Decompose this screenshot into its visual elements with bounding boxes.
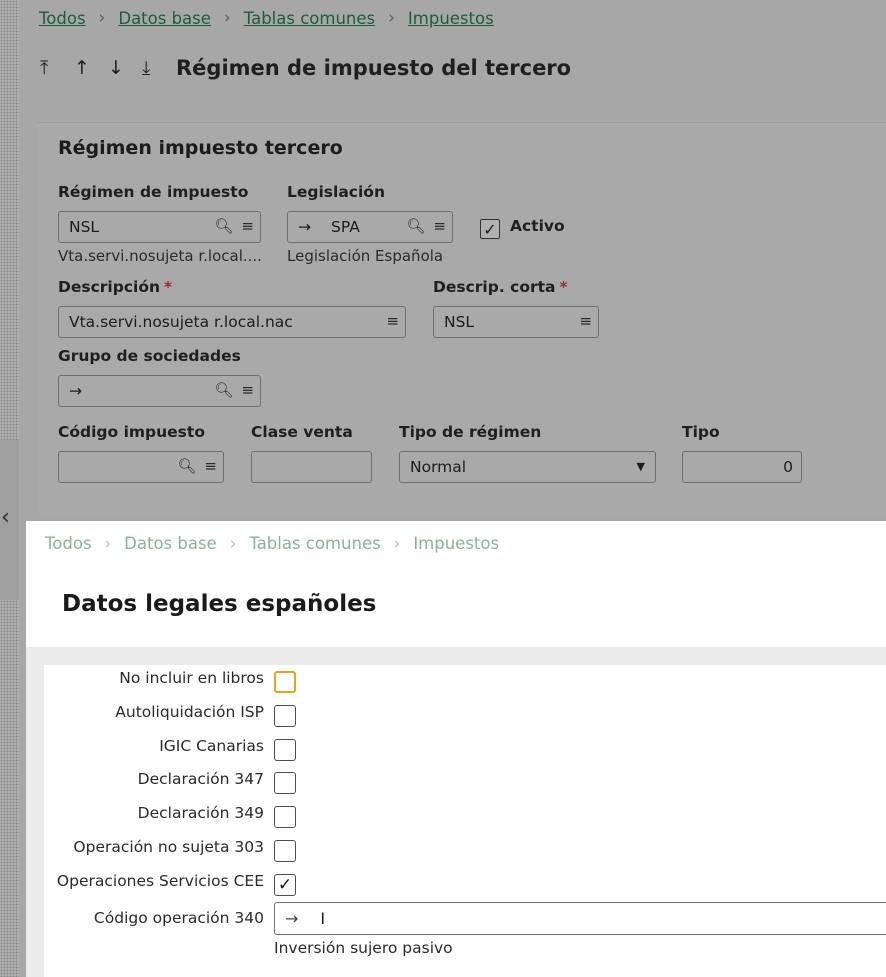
descrip-corta-label: Descrip. corta * bbox=[433, 278, 568, 296]
last-record-icon[interactable]: ⤓ bbox=[142, 57, 176, 79]
regimen-value: NSL bbox=[69, 218, 100, 236]
required-icon: * bbox=[559, 278, 568, 296]
modal-breadcrumb-impuestos[interactable]: Impuestos bbox=[413, 534, 499, 553]
legislacion-label: Legislación bbox=[287, 183, 385, 201]
tipo-regimen-select[interactable]: Normal ▼ bbox=[399, 451, 656, 483]
menu-icon[interactable]: ≡ bbox=[386, 312, 399, 330]
activo-label: Activo bbox=[510, 217, 565, 235]
descripcion-value: Vta.servi.nosujeta r.local.nac bbox=[69, 313, 293, 331]
tipo-input[interactable]: 0 bbox=[682, 451, 802, 483]
tipo-regimen-label: Tipo de régimen bbox=[399, 423, 542, 441]
codigo-340-input[interactable]: → I bbox=[274, 902, 886, 935]
chevron-right-icon: › bbox=[104, 534, 112, 553]
clase-venta-input[interactable] bbox=[251, 451, 372, 483]
activo-checkbox[interactable]: ✓ bbox=[480, 219, 500, 239]
codigo-340-desc: Inversión sujero pasivo bbox=[274, 939, 453, 957]
chevron-right-icon: › bbox=[393, 534, 401, 553]
menu-icon[interactable]: ≡ bbox=[241, 381, 254, 399]
decl-347-checkbox[interactable] bbox=[274, 772, 296, 794]
descripcion-label: Descripción * bbox=[58, 278, 172, 296]
descripcion-input[interactable]: Vta.servi.nosujeta r.local.nac ≡ bbox=[58, 306, 406, 338]
descrip-corta-input[interactable]: NSL ≡ bbox=[433, 306, 599, 338]
breadcrumb-impuestos[interactable]: Impuestos bbox=[408, 9, 494, 28]
regimen-input[interactable]: NSL 🔍︎ ≡ bbox=[58, 211, 261, 243]
igic-checkbox[interactable] bbox=[274, 739, 296, 761]
descripcion-label-text: Descripción bbox=[58, 278, 161, 296]
modal-divider bbox=[26, 647, 886, 665]
record-nav: ⤒ ↑ ↓ ⤓ Régimen de impuesto del tercero bbox=[40, 56, 571, 80]
modal-breadcrumb: Todos › Datos base › Tablas comunes › Im… bbox=[45, 534, 499, 553]
menu-icon[interactable]: ≡ bbox=[241, 217, 254, 235]
modal-left-gutter bbox=[26, 665, 44, 977]
next-record-icon[interactable]: ↓ bbox=[108, 57, 142, 79]
breadcrumb-datos-base[interactable]: Datos base bbox=[118, 9, 211, 28]
row-label-autoliquidacion: Autoliquidación ISP bbox=[115, 703, 264, 721]
regimen-panel: Régimen impuesto tercero Régimen de impu… bbox=[38, 122, 886, 514]
decl-349-checkbox[interactable] bbox=[274, 806, 296, 828]
arrow-right-icon[interactable]: → bbox=[285, 909, 298, 928]
codigo-impuesto-input[interactable]: 🔍︎ ≡ bbox=[58, 451, 224, 483]
chevron-right-icon: › bbox=[223, 8, 231, 28]
chevron-right-icon: › bbox=[98, 8, 106, 28]
clase-venta-label: Clase venta bbox=[251, 423, 353, 441]
modal-breadcrumb-tablas-comunes[interactable]: Tablas comunes bbox=[249, 534, 380, 553]
legislacion-input[interactable]: → SPA 🔍︎ ≡ bbox=[287, 211, 453, 243]
chevron-right-icon: › bbox=[388, 8, 395, 28]
required-icon: * bbox=[164, 278, 173, 296]
row-label-no-sujeta: Operación no sujeta 303 bbox=[73, 838, 264, 856]
menu-icon[interactable]: ≡ bbox=[433, 217, 446, 235]
row-label-decl-347: Declaración 347 bbox=[137, 770, 264, 788]
row-label-igic: IGIC Canarias bbox=[159, 737, 264, 755]
modal-breadcrumb-todos[interactable]: Todos bbox=[45, 534, 92, 553]
menu-icon[interactable]: ≡ bbox=[579, 312, 592, 330]
grupo-input[interactable]: → 🔍︎ ≡ bbox=[58, 375, 261, 407]
no-incluir-checkbox[interactable] bbox=[274, 671, 296, 693]
search-icon[interactable]: 🔍︎ bbox=[177, 457, 196, 475]
legislacion-value: SPA bbox=[331, 218, 360, 236]
row-label-codigo-340: Código operación 340 bbox=[93, 909, 264, 927]
modal-breadcrumb-datos-base[interactable]: Datos base bbox=[124, 534, 217, 553]
previous-record-icon[interactable]: ↑ bbox=[74, 57, 108, 79]
codigo-impuesto-label: Código impuesto bbox=[58, 423, 205, 441]
descrip-corta-label-text: Descrip. corta bbox=[433, 278, 556, 296]
regimen-desc: Vta.servi.nosujeta r.local.... bbox=[58, 247, 262, 265]
search-icon[interactable]: 🔍︎ bbox=[214, 381, 233, 399]
menu-icon[interactable]: ≡ bbox=[204, 457, 217, 475]
breadcrumb-tablas-comunes[interactable]: Tablas comunes bbox=[244, 9, 375, 28]
grupo-label: Grupo de sociedades bbox=[58, 347, 241, 365]
row-label-servicios-cee: Operaciones Servicios CEE bbox=[56, 872, 264, 890]
row-label-decl-349: Declaración 349 bbox=[137, 804, 264, 822]
arrow-right-icon[interactable]: → bbox=[69, 382, 82, 400]
tipo-value: 0 bbox=[783, 458, 793, 476]
regimen-label: Régimen de impuesto bbox=[58, 183, 249, 201]
autoliquidacion-checkbox[interactable] bbox=[274, 705, 296, 727]
breadcrumb: Todos › Datos base › Tablas comunes › Im… bbox=[39, 8, 494, 28]
search-icon[interactable]: 🔍︎ bbox=[406, 217, 425, 235]
panel-title: Régimen impuesto tercero bbox=[58, 137, 343, 159]
chevron-right-icon: › bbox=[229, 534, 237, 553]
arrow-right-icon[interactable]: → bbox=[298, 218, 311, 236]
caret-down-icon: ▼ bbox=[636, 460, 645, 473]
page-title: Régimen de impuesto del tercero bbox=[176, 56, 572, 80]
collapse-left-icon[interactable]: ‹ bbox=[1, 505, 10, 530]
descrip-corta-value: NSL bbox=[444, 313, 475, 331]
no-sujeta-checkbox[interactable] bbox=[274, 840, 296, 862]
modal-title: Datos legales españoles bbox=[62, 591, 377, 617]
row-label-no-incluir: No incluir en libros bbox=[119, 669, 264, 687]
tipo-regimen-value: Normal bbox=[410, 458, 467, 476]
legislacion-desc: Legislación Española bbox=[287, 247, 444, 265]
servicios-cee-checkbox[interactable]: ✓ bbox=[274, 874, 296, 896]
datos-legales-modal: Todos › Datos base › Tablas comunes › Im… bbox=[26, 521, 886, 977]
first-record-icon[interactable]: ⤒ bbox=[40, 57, 74, 79]
codigo-340-value: I bbox=[320, 909, 326, 928]
breadcrumb-todos[interactable]: Todos bbox=[39, 9, 86, 28]
search-icon[interactable]: 🔍︎ bbox=[214, 217, 233, 235]
tipo-label: Tipo bbox=[682, 423, 720, 441]
